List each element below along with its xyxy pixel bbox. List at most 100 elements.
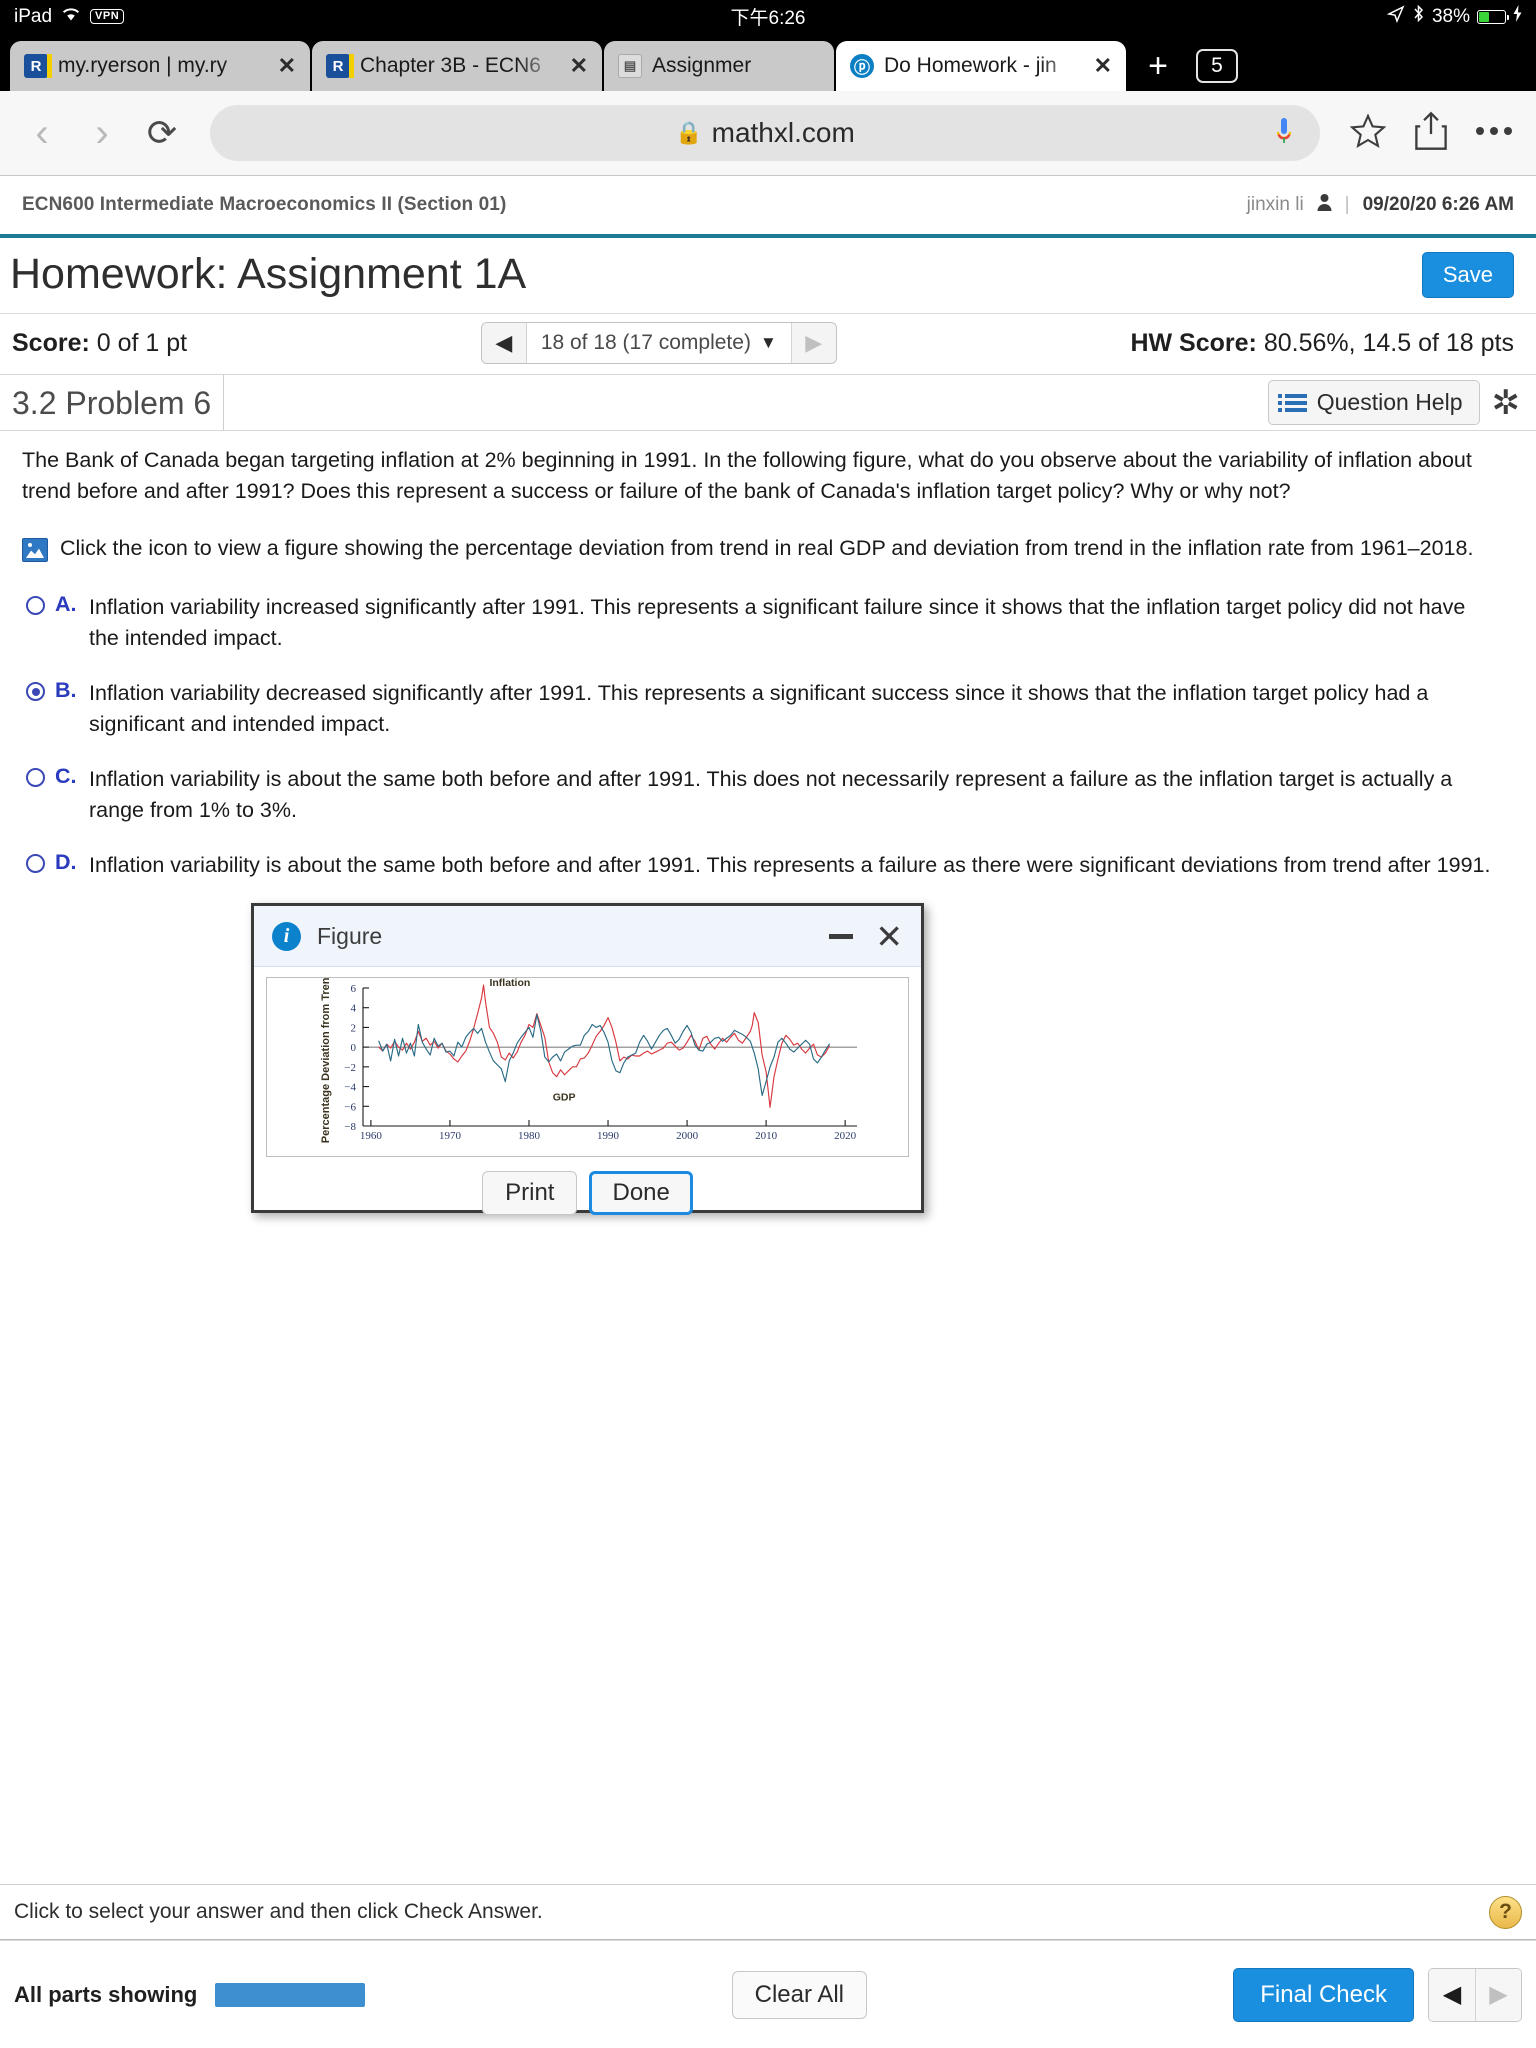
gear-icon[interactable]: ✲ — [1492, 386, 1521, 420]
option-letter-d: D. — [55, 850, 77, 875]
chart-svg: −8 −6 −4 −2 0 2 4 6 1960 1970 1980 1990 2000 2010 2020… — [320, 978, 857, 1143]
assignment-title-row: Homework: Assignment 1A Save — [0, 238, 1536, 314]
close-icon[interactable]: ✕ — [1094, 55, 1112, 77]
footer-next-button[interactable]: ▶ — [1474, 1968, 1521, 2021]
device-label: iPad — [14, 5, 53, 27]
done-button[interactable]: Done — [589, 1171, 693, 1215]
chevron-left-icon[interactable]: ‹ — [22, 113, 62, 153]
svg-text:Inflation: Inflation — [489, 978, 530, 989]
document-icon: ▤ — [618, 54, 642, 78]
problem-bar: 3.2 Problem 6 Question Help ✲ — [0, 374, 1536, 431]
url-text: mathxl.com — [711, 117, 855, 148]
footer-nav: ◀ ▶ — [1427, 1967, 1522, 2022]
toolbar-actions — [1348, 111, 1514, 156]
browser-tab-2[interactable]: ▤ Assignmer — [604, 41, 834, 91]
star-icon[interactable] — [1348, 112, 1388, 155]
pager-next-button[interactable]: ▶ — [791, 323, 836, 363]
figure-link-text: Click the icon to view a figure showing … — [60, 536, 1474, 561]
svg-text:2: 2 — [351, 1022, 357, 1034]
final-check-button[interactable]: Final Check — [1233, 1967, 1414, 2022]
lightning-bolt-icon — [1513, 5, 1522, 28]
dialog-body: −8 −6 −4 −2 0 2 4 6 1960 1970 1980 1990 2000 2010 2020… — [254, 967, 921, 1215]
pager-prev-button[interactable]: ◀ — [481, 323, 526, 363]
option-letter-a: A. — [55, 592, 77, 617]
footer-bar: All parts showing Clear All Final Check … — [0, 1940, 1536, 2048]
radio-button-b[interactable] — [26, 682, 45, 702]
option-text-c: Inflation variability is about the same … — [89, 767, 1453, 822]
svg-text:1980: 1980 — [518, 1130, 541, 1142]
option-c[interactable]: C. Inflation variability is about the sa… — [22, 764, 1514, 825]
clear-all-button[interactable]: Clear All — [731, 1970, 867, 2019]
new-tab-button[interactable]: + — [1128, 41, 1188, 91]
question-help-button[interactable]: Question Help — [1267, 380, 1480, 425]
google-mic-icon[interactable] — [1276, 118, 1292, 148]
progress-bar — [215, 1982, 366, 2007]
question-mark-icon[interactable]: ? — [1489, 1895, 1522, 1929]
answer-options: A. Inflation variability increased signi… — [22, 592, 1514, 881]
close-icon[interactable]: ✕ — [570, 55, 588, 77]
browser-tab-3[interactable]: ⓟ Do Homework - jin ✕ — [836, 41, 1126, 91]
minimize-icon[interactable] — [829, 933, 854, 939]
page-title: Homework: Assignment 1A — [10, 250, 527, 298]
dialog-controls: ✕ — [829, 920, 903, 953]
radio-button-c[interactable] — [26, 768, 45, 788]
close-icon[interactable]: ✕ — [875, 920, 903, 953]
chevron-right-icon[interactable]: › — [82, 113, 122, 153]
footer-prev-button[interactable]: ◀ — [1428, 1968, 1475, 2021]
svg-text:2010: 2010 — [755, 1130, 778, 1142]
browser-tab-title: my.ryerson | my.ry — [58, 54, 228, 77]
status-bar-left: iPad VPN — [14, 5, 125, 28]
close-icon[interactable]: ✕ — [278, 55, 296, 77]
save-button[interactable]: Save — [1421, 251, 1514, 298]
pager-dropdown[interactable]: 18 of 18 (17 complete) ▼ — [525, 323, 792, 363]
browser-tab-title: Assignmer — [652, 54, 752, 77]
info-icon: i — [272, 921, 301, 951]
dialog-title: Figure — [317, 922, 383, 949]
share-icon[interactable] — [1414, 111, 1448, 156]
browser-toolbar: ‹ › ⟳ 🔒 mathxl.com — [0, 91, 1536, 176]
header-datetime: 09/20/20 6:26 AM — [1362, 194, 1514, 215]
wifi-icon — [60, 5, 82, 28]
tab-count-badge[interactable]: 5 — [1196, 49, 1238, 83]
image-icon[interactable] — [22, 538, 48, 563]
print-button[interactable]: Print — [482, 1171, 578, 1215]
reload-icon[interactable]: ⟳ — [142, 115, 182, 151]
svg-text:1960: 1960 — [360, 1130, 383, 1142]
person-icon[interactable] — [1317, 193, 1332, 217]
option-letter-b: B. — [55, 678, 77, 703]
hw-score-display: HW Score: 80.56%, 14.5 of 18 pts — [1130, 329, 1514, 358]
browser-tab-strip: R my.ryerson | my.ry ✕ R Chapter 3B - EC… — [0, 33, 1536, 91]
option-b[interactable]: B. Inflation variability decreased signi… — [22, 678, 1514, 739]
option-letter-c: C. — [55, 764, 77, 789]
svg-text:1990: 1990 — [597, 1130, 620, 1142]
radio-button-d[interactable] — [26, 854, 45, 874]
svg-text:Percentage Deviation from Tren: Percentage Deviation from Trend — [320, 978, 332, 1143]
question-help-label: Question Help — [1316, 389, 1463, 415]
browser-tab-1[interactable]: R Chapter 3B - ECN6 ✕ — [312, 41, 602, 91]
address-bar[interactable]: 🔒 mathxl.com — [210, 105, 1320, 161]
score-label: Score: — [12, 328, 90, 357]
header-user-area: jinxin li | 09/20/20 6:26 AM — [1247, 193, 1514, 217]
hw-score-label: HW Score: — [1130, 328, 1257, 357]
svg-text:GDP: GDP — [553, 1091, 576, 1103]
ellipsis-icon[interactable] — [1474, 124, 1514, 143]
option-d[interactable]: D. Inflation variability is about the sa… — [22, 850, 1514, 881]
browser-tab-0[interactable]: R my.ryerson | my.ry ✕ — [10, 41, 310, 91]
svg-text:1970: 1970 — [439, 1130, 462, 1142]
question-content: The Bank of Canada began targeting infla… — [0, 431, 1536, 881]
figure-link-row: Click the icon to view a figure showing … — [22, 536, 1514, 563]
lock-icon: 🔒 — [675, 120, 703, 145]
vpn-badge: VPN — [90, 8, 125, 25]
question-prompt: The Bank of Canada began targeting infla… — [22, 448, 1472, 503]
score-row: Score: 0 of 1 pt ◀ 18 of 18 (17 complete… — [0, 314, 1536, 375]
battery-percent: 38% — [1431, 5, 1470, 27]
svg-text:2020: 2020 — [834, 1130, 857, 1142]
figure-dialog: i Figure ✕ −8 −6 −4 −2 0 2 4 6 1960 1970 1980 1990 2… — [251, 903, 924, 1215]
option-a[interactable]: A. Inflation variability increased signi… — [22, 592, 1514, 653]
status-bar-right: 38% — [1386, 4, 1522, 29]
browser-tab-title: Chapter 3B - ECN6 — [360, 54, 541, 77]
hw-score-value: 80.56%, 14.5 of 18 pts — [1263, 328, 1514, 357]
radio-button-a[interactable] — [26, 596, 45, 616]
chevron-down-icon: ▼ — [759, 333, 777, 352]
question-pager: ◀ 18 of 18 (17 complete) ▼ ▶ — [480, 322, 837, 364]
